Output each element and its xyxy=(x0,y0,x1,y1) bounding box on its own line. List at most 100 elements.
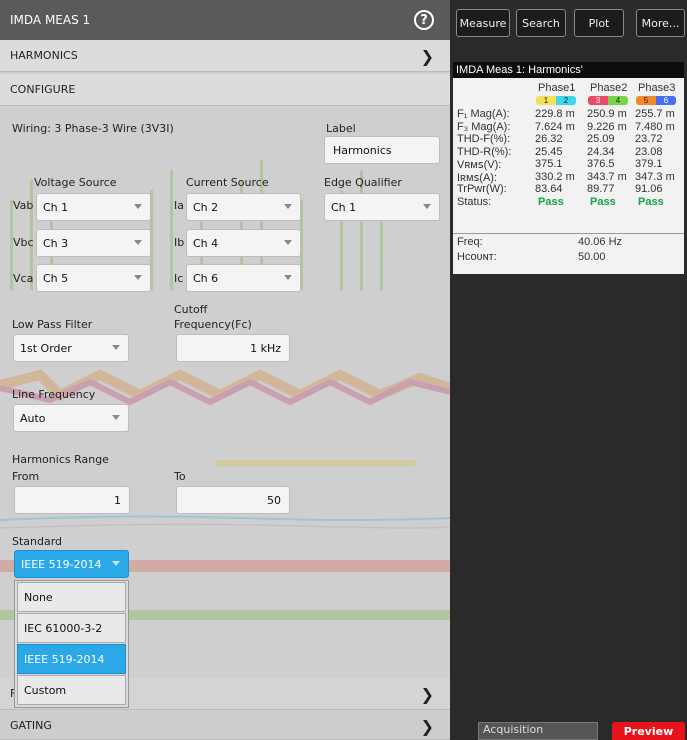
current-source-caption: Current Source xyxy=(186,176,269,189)
line-frequency-caption: Line Frequency xyxy=(12,388,96,401)
hcount-label: Hᴄᴏᴜɴᴛ: xyxy=(457,251,497,263)
panel-title: IMDA MEAS 1 xyxy=(10,13,91,27)
freq-label: Freq: xyxy=(457,236,483,248)
to-label: To xyxy=(174,470,186,483)
chevron-right-icon: ❯ xyxy=(420,685,434,704)
section-harmonics[interactable]: HARMONICS ❯ xyxy=(0,40,450,72)
vca-dropdown[interactable]: Ch 5 xyxy=(36,264,151,292)
section-harmonics-label: HARMONICS xyxy=(10,49,78,62)
harmonics-range-caption: Harmonics Range xyxy=(12,453,109,466)
harmonics-to-field[interactable]: 50 xyxy=(176,486,290,514)
ic-dropdown[interactable]: Ch 6 xyxy=(186,264,301,292)
freq-value: 40.06 Hz xyxy=(578,236,623,248)
result-value-phase1: 83.64 xyxy=(535,183,563,195)
result-row-label: THD-F(%): xyxy=(457,133,511,145)
acquisition-tab[interactable]: Acquisition xyxy=(478,722,598,740)
vca-label: Vca xyxy=(13,272,34,285)
result-value-phase1: 7.624 m xyxy=(535,120,575,133)
option-label: IEC 61000-3-2 xyxy=(24,621,103,635)
results-sidebar: Measure Search Plot More... IMDA Meas 1:… xyxy=(450,0,687,740)
result-value-phase2: 376.5 xyxy=(587,158,615,170)
line-frequency-dropdown[interactable]: Auto xyxy=(13,404,129,432)
status-phase1: Pass xyxy=(538,195,564,208)
results-title: IMDA Meas 1: Harmonics' xyxy=(453,62,684,78)
vca-value: Ch 5 xyxy=(43,271,69,285)
harmonics-to-value: 50 xyxy=(267,493,281,507)
wiring-text: Wiring: 3 Phase-3 Wire (3V3I) xyxy=(12,122,174,135)
edge-qualifier-value: Ch 1 xyxy=(331,200,357,214)
badge-ch2: 2 xyxy=(556,95,576,105)
ic-label: Ic xyxy=(174,272,184,285)
cutoff-frequency-value: 1 kHz xyxy=(250,341,281,355)
result-row-label: TrPwr(W): xyxy=(457,183,507,195)
voltage-source-caption: Voltage Source xyxy=(34,176,117,189)
result-value-phase3: 255.7 m xyxy=(635,108,675,120)
low-pass-filter-dropdown[interactable]: 1st Order xyxy=(13,334,129,362)
vab-dropdown[interactable]: Ch 1 xyxy=(36,193,151,221)
standard-dropdown[interactable]: IEEE 519-2014 xyxy=(14,550,129,578)
result-value-phase2: 250.9 m xyxy=(587,108,627,120)
standard-options-list: None IEC 61000-3-2 IEEE 519-2014 Custom xyxy=(14,580,129,708)
option-label: None xyxy=(24,590,53,604)
standard-option-none[interactable]: None xyxy=(17,582,126,612)
cutoff-frequency-field[interactable]: 1 kHz xyxy=(176,334,290,362)
vbc-dropdown[interactable]: Ch 3 xyxy=(36,229,151,257)
edge-qualifier-dropdown[interactable]: Ch 1 xyxy=(324,193,440,221)
result-value-phase2: 24.34 xyxy=(587,145,615,158)
more-button[interactable]: More... xyxy=(636,9,685,37)
chevron-down-icon xyxy=(284,275,292,280)
vab-value: Ch 1 xyxy=(43,200,69,214)
result-value-phase3: 23.08 xyxy=(635,145,663,158)
status-phase2: Pass xyxy=(590,195,616,208)
label-field[interactable]: Harmonics xyxy=(324,136,440,164)
phase1-header: Phase1 xyxy=(538,82,576,94)
section-gating[interactable]: GATING ❯ xyxy=(0,712,450,740)
section-configure[interactable]: CONFIGURE xyxy=(0,74,450,106)
line-frequency-value: Auto xyxy=(20,411,46,425)
result-value-phase3: 23.72 xyxy=(635,133,663,145)
ia-dropdown[interactable]: Ch 2 xyxy=(186,193,301,221)
standard-option-ieee[interactable]: IEEE 519-2014 xyxy=(17,644,126,674)
low-pass-filter-value: 1st Order xyxy=(20,341,72,355)
chevron-down-icon xyxy=(112,345,120,350)
badge-ch6: 6 xyxy=(656,95,676,105)
ib-value: Ch 4 xyxy=(193,236,219,250)
ib-label: Ib xyxy=(174,236,185,249)
config-panel: IMDA MEAS 1 ? HARMONICS ❯ CONFIGURE Wiri… xyxy=(0,0,450,740)
standard-caption: Standard xyxy=(12,535,63,548)
chevron-down-icon xyxy=(134,275,142,280)
option-label: Custom xyxy=(24,683,67,697)
help-icon[interactable]: ? xyxy=(414,10,434,30)
section-configure-label: CONFIGURE xyxy=(10,83,76,96)
option-label: IEEE 519-2014 xyxy=(24,652,105,666)
chevron-down-icon xyxy=(112,415,120,420)
result-value-phase2: 343.7 m xyxy=(587,170,627,183)
search-button-label: Search xyxy=(522,16,560,30)
badge-ch3: 3 xyxy=(588,95,608,105)
result-row-label: Iʀᴍꜱ(A): xyxy=(457,171,498,184)
measure-button-label: Measure xyxy=(459,16,507,30)
standard-option-custom[interactable]: Custom xyxy=(17,675,126,705)
preview-button[interactable]: Preview xyxy=(612,722,685,740)
phase3-channel-badge: 5 6 xyxy=(636,95,676,105)
result-value-phase1: 26.32 xyxy=(535,133,563,145)
phase2-channel-badge: 3 4 xyxy=(588,95,628,105)
harmonics-from-field[interactable]: 1 xyxy=(14,486,130,514)
standard-option-iec[interactable]: IEC 61000-3-2 xyxy=(17,613,126,643)
result-value-phase1: 330.2 m xyxy=(535,170,575,183)
badge-ch5: 5 xyxy=(636,95,656,105)
phase2-header: Phase2 xyxy=(590,82,628,94)
result-row-label: THD-R(%): xyxy=(457,145,512,158)
result-value-phase2: 25.09 xyxy=(587,133,615,145)
plot-button[interactable]: Plot xyxy=(574,9,624,37)
harmonics-results-badge[interactable]: IMDA Meas 1: Harmonics' Phase1 Phase2 Ph… xyxy=(453,62,684,274)
result-value-phase1: 375.1 xyxy=(535,158,563,170)
ib-dropdown[interactable]: Ch 4 xyxy=(186,229,301,257)
search-button[interactable]: Search xyxy=(516,9,566,37)
standard-value: IEEE 519-2014 xyxy=(21,557,102,571)
ia-value: Ch 2 xyxy=(193,200,219,214)
measure-button[interactable]: Measure xyxy=(456,9,510,37)
status-label: Status: xyxy=(457,195,492,208)
vbc-value: Ch 3 xyxy=(43,236,69,250)
result-value-phase3: 379.1 xyxy=(635,158,663,170)
